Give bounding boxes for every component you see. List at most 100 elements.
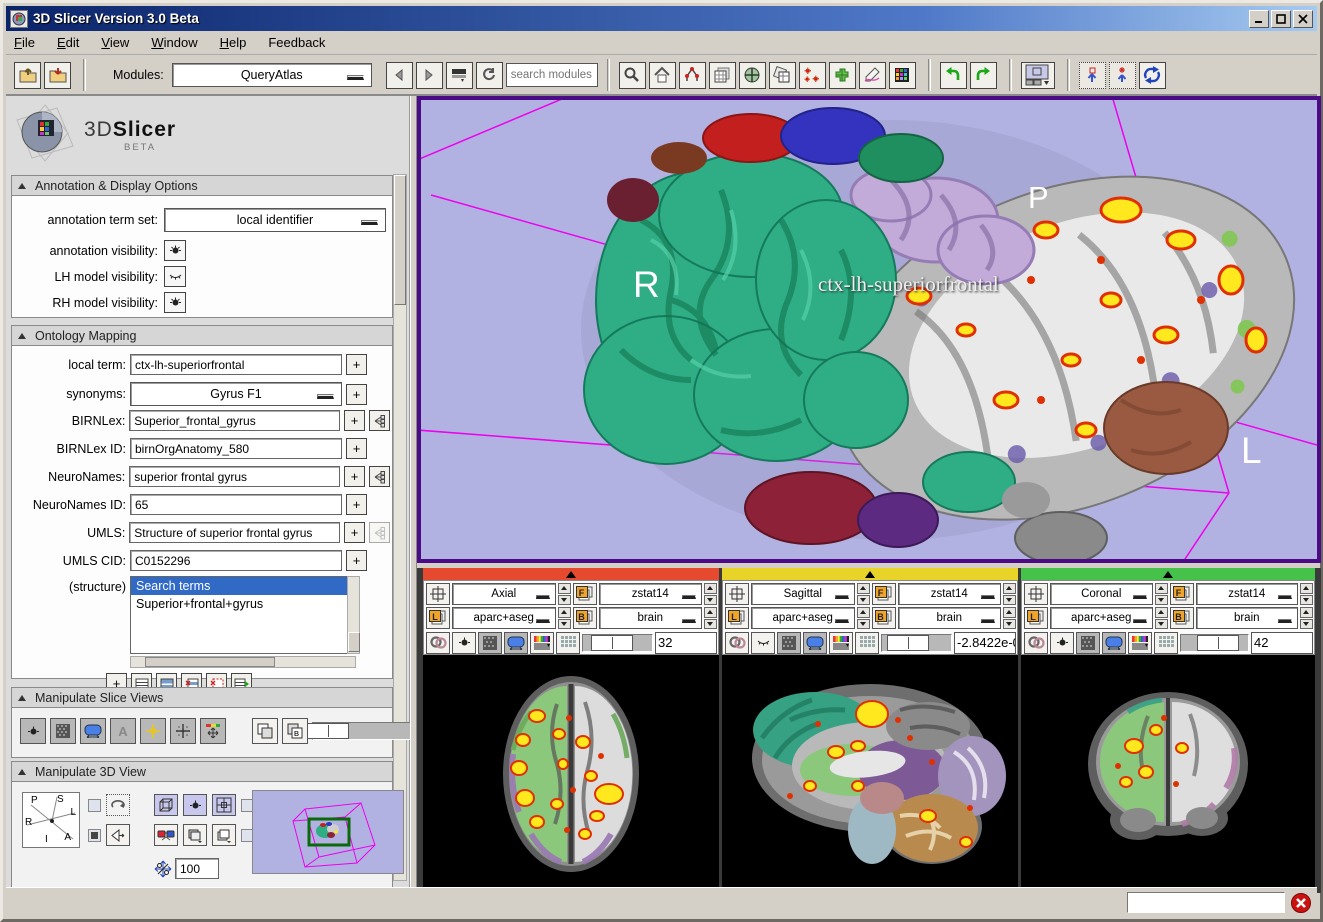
- look-from-button[interactable]: [106, 824, 130, 846]
- minimize-button[interactable]: [1249, 10, 1269, 28]
- axial-label-opacity-button[interactable]: [478, 632, 502, 654]
- coronal-foreground-select[interactable]: zstat14: [1196, 583, 1299, 605]
- module-select[interactable]: QueryAtlas: [172, 63, 372, 87]
- synonyms-select[interactable]: Gyrus F1: [130, 382, 342, 406]
- axial-offset-slider[interactable]: [582, 634, 653, 652]
- menu-edit[interactable]: Edit: [57, 35, 79, 50]
- redo-button[interactable]: [970, 62, 997, 89]
- rh-visibility-toggle[interactable]: [164, 292, 186, 313]
- sagittal-fit-button[interactable]: [803, 632, 827, 654]
- sagittal-offset-slider[interactable]: [881, 634, 952, 652]
- coronal-foreground-spinner[interactable]: [1300, 583, 1313, 605]
- editor-module-button[interactable]: [829, 62, 856, 89]
- cancel-status-button[interactable]: [1289, 891, 1313, 915]
- colors-module-button[interactable]: [889, 62, 916, 89]
- search-module-icon-button[interactable]: [619, 62, 646, 89]
- neuronames-hierarchy-button[interactable]: [369, 466, 390, 487]
- coronal-background-button[interactable]: B: [1170, 607, 1194, 629]
- sagittal-label-opacity-button[interactable]: [777, 632, 801, 654]
- search-terms-header[interactable]: Search terms: [131, 577, 355, 595]
- coronal-offset-value[interactable]: 42: [1251, 632, 1313, 654]
- umls-entry[interactable]: Structure of superior frontal gyrus: [129, 522, 340, 543]
- axial-orientation-spinner[interactable]: [558, 583, 571, 605]
- sagittal-orientation-select[interactable]: Sagittal: [751, 583, 855, 605]
- home-module-button[interactable]: [649, 62, 676, 89]
- sagittal-background-spinner[interactable]: [1003, 607, 1016, 629]
- navigation-preview[interactable]: [252, 790, 404, 874]
- toggle-bg-button[interactable]: B: [282, 718, 308, 744]
- label-opacity-button[interactable]: [50, 718, 76, 744]
- coronal-grid-button[interactable]: [1154, 632, 1178, 654]
- axial-visibility-toggle[interactable]: [452, 632, 476, 654]
- menu-view[interactable]: View: [101, 35, 129, 50]
- axial-grid-button[interactable]: [556, 632, 580, 654]
- listbox-vscrollbar[interactable]: [347, 576, 360, 654]
- menu-feedback[interactable]: Feedback: [268, 35, 325, 50]
- add-neuronames-button[interactable]: +: [344, 466, 365, 487]
- annotation-options-header[interactable]: Annotation & Display Options: [11, 175, 393, 196]
- add-synonym-button[interactable]: +: [346, 384, 367, 405]
- zoom-value-entry[interactable]: 100: [175, 858, 219, 879]
- close-button[interactable]: [1293, 10, 1313, 28]
- coronal-fit-button[interactable]: [1102, 632, 1126, 654]
- sagittal-grid-button[interactable]: [855, 632, 879, 654]
- coronal-label-button[interactable]: L: [1024, 607, 1048, 629]
- birnlex-entry[interactable]: Superior_frontal_gyrus: [129, 410, 340, 431]
- axial-collapse-bar[interactable]: [423, 568, 719, 580]
- layout-select-button[interactable]: [1021, 62, 1055, 89]
- search-modules-input[interactable]: [506, 63, 598, 87]
- sagittal-background-select[interactable]: brain: [898, 607, 1002, 629]
- sagittal-link-button[interactable]: [725, 632, 749, 654]
- sagittal-offset-handle[interactable]: [887, 635, 929, 651]
- add-umls-cid-button[interactable]: +: [346, 550, 367, 571]
- fiducial-place-button[interactable]: [1109, 62, 1136, 89]
- crosshair-button[interactable]: [140, 718, 166, 744]
- undo-button[interactable]: [940, 62, 967, 89]
- module-back-button[interactable]: [386, 62, 413, 89]
- panel-resize-sash[interactable]: [410, 96, 417, 887]
- sagittal-collapse-bar[interactable]: [722, 568, 1018, 580]
- umls-cid-entry[interactable]: C0152296: [130, 550, 342, 571]
- coronal-offset-handle[interactable]: [1197, 635, 1239, 651]
- coronal-label-spinner[interactable]: [1155, 607, 1168, 629]
- sagittal-winlevel-button[interactable]: [829, 632, 853, 654]
- sagittal-offset-value[interactable]: -2.8422e-0: [954, 632, 1016, 654]
- neuronames-entry[interactable]: superior frontal gyrus: [129, 466, 340, 487]
- menu-window[interactable]: Window: [151, 35, 197, 50]
- fiducial-list-module-button[interactable]: [799, 62, 826, 89]
- manipulate-3d-header[interactable]: Manipulate 3D View: [11, 761, 393, 782]
- fit-to-window-button[interactable]: [80, 718, 106, 744]
- axial-fov-button[interactable]: [426, 583, 450, 605]
- screen-grab-button[interactable]: [183, 824, 207, 846]
- neuronames-id-entry[interactable]: 65: [130, 494, 342, 515]
- coronal-label-select[interactable]: aparc+aseg: [1050, 607, 1153, 629]
- listbox-hscrollbar[interactable]: [130, 656, 356, 668]
- axial-winlevel-button[interactable]: [530, 632, 554, 654]
- ontology-mapping-header[interactable]: Ontology Mapping: [11, 325, 393, 346]
- measurements-module-button[interactable]: [859, 62, 886, 89]
- menu-help[interactable]: Help: [220, 35, 247, 50]
- coronal-visibility-toggle[interactable]: [1050, 632, 1074, 654]
- axial-orientation-select[interactable]: Axial: [452, 583, 556, 605]
- axial-background-button[interactable]: B: [573, 607, 597, 629]
- grid-crosshair-button[interactable]: [170, 718, 196, 744]
- add-local-term-button[interactable]: +: [346, 354, 367, 375]
- slice-visibility-toggle[interactable]: [20, 718, 46, 744]
- sagittal-label-spinner[interactable]: [857, 607, 870, 629]
- add-neuronames-id-button[interactable]: +: [346, 494, 367, 515]
- coronal-collapse-bar[interactable]: [1021, 568, 1315, 580]
- add-umls-button[interactable]: +: [344, 522, 365, 543]
- toggle-fg-bg-button[interactable]: [252, 718, 278, 744]
- axial-foreground-spinner[interactable]: [704, 583, 717, 605]
- axial-label-select[interactable]: aparc+aseg: [452, 607, 556, 629]
- slices-module-button[interactable]: [769, 62, 796, 89]
- viewport-3d[interactable]: R P L ctx-lh-superiorfrontal: [417, 96, 1321, 563]
- birnlex-id-entry[interactable]: birnOrgAnatomy_580: [130, 438, 342, 459]
- sagittal-label-select[interactable]: aparc+aseg: [751, 607, 855, 629]
- module-history-button[interactable]: [446, 62, 473, 89]
- stack-views-button[interactable]: [212, 824, 236, 846]
- coronal-winlevel-button[interactable]: [1128, 632, 1152, 654]
- sagittal-orientation-spinner[interactable]: [857, 583, 870, 605]
- center-view-button[interactable]: [212, 794, 236, 816]
- slice-fov-button[interactable]: [200, 718, 226, 744]
